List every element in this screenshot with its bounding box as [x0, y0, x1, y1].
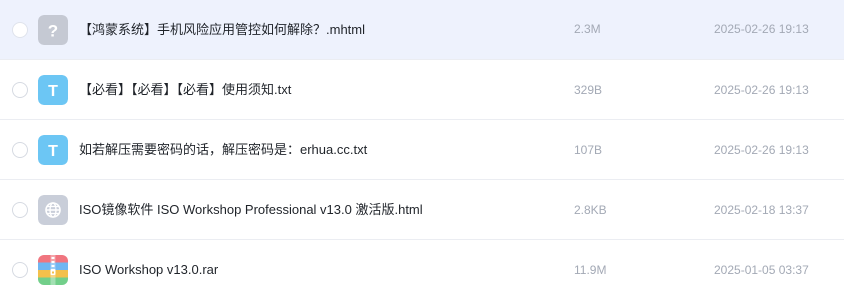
svg-text:T: T [48, 83, 58, 100]
html-file-icon [38, 194, 68, 225]
file-row[interactable]: ? 【鸿蒙系统】手机风险应用管控如何解除？.mhtml 2.3M 2025-02… [0, 0, 844, 60]
file-date: 2025-02-26 19:13 [714, 22, 809, 36]
txt-file-icon: T [38, 74, 68, 105]
file-date: 2025-01-05 03:37 [714, 263, 809, 277]
file-size: 2.3M [574, 22, 601, 36]
file-name[interactable]: ISO镜像软件 ISO Workshop Professional v13.0 … [79, 180, 423, 240]
archive-file-icon [38, 255, 68, 285]
file-row[interactable]: T 如若解压需要密码的话，解压密码是：erhua.cc.txt 107B 202… [0, 120, 844, 180]
row-checkbox[interactable] [12, 141, 28, 158]
file-size: 2.8KB [574, 203, 607, 217]
file-name[interactable]: 如若解压需要密码的话，解压密码是：erhua.cc.txt [79, 120, 367, 180]
row-checkbox[interactable] [12, 201, 28, 218]
file-date: 2025-02-26 19:13 [714, 83, 809, 97]
txt-file-icon: T [38, 134, 68, 165]
svg-text:?: ? [48, 21, 58, 40]
file-name[interactable]: 【必看】【必看】【必看】使用须知.txt [79, 60, 291, 120]
row-checkbox[interactable] [12, 262, 28, 278]
file-size: 107B [574, 143, 603, 157]
file-date: 2025-02-26 19:13 [714, 143, 809, 157]
row-checkbox[interactable] [12, 21, 28, 38]
file-name[interactable]: ISO Workshop v13.0.rar [79, 240, 218, 300]
file-name[interactable]: 【鸿蒙系统】手机风险应用管控如何解除？.mhtml [79, 0, 365, 59]
file-size: 329B [574, 83, 603, 97]
row-checkbox[interactable] [12, 81, 28, 98]
file-list: ? 【鸿蒙系统】手机风险应用管控如何解除？.mhtml 2.3M 2025-02… [0, 0, 844, 300]
file-row[interactable]: ISO镜像软件 ISO Workshop Professional v13.0 … [0, 180, 844, 240]
file-row[interactable]: T 【必看】【必看】【必看】使用须知.txt 329B 2025-02-26 1… [0, 60, 844, 120]
file-row[interactable]: ISO Workshop v13.0.rar 11.9M 2025-01-05 … [0, 240, 844, 300]
file-date: 2025-02-18 13:37 [714, 203, 809, 217]
svg-text:T: T [48, 143, 58, 160]
unknown-file-icon: ? [38, 14, 68, 45]
file-size: 11.9M [574, 263, 607, 277]
